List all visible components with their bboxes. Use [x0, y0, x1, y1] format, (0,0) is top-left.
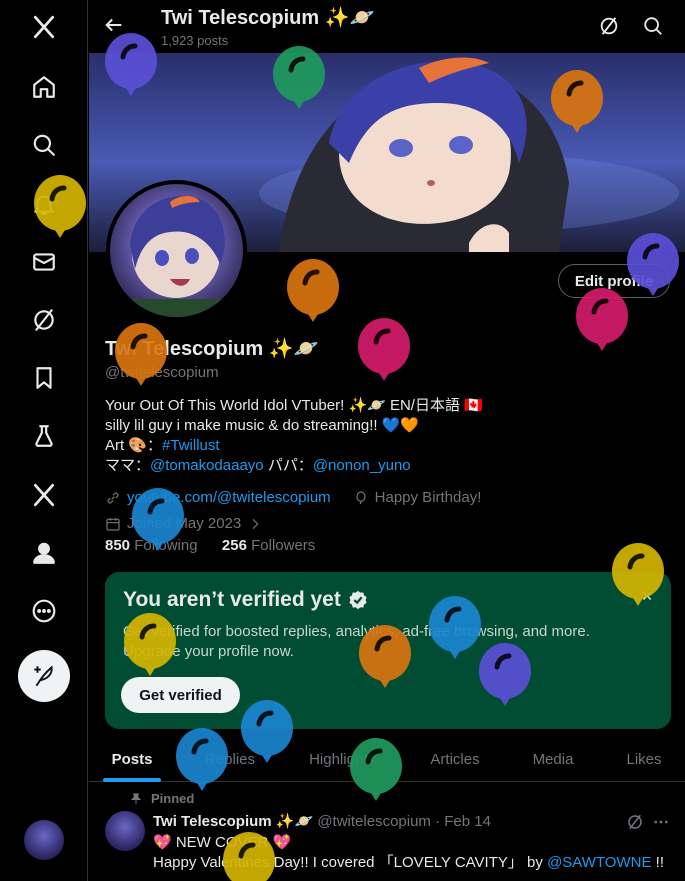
profile-header-bar: Twi Telescopium ✨🪐 1,923 posts	[89, 0, 685, 53]
bio-art-prefix: Art 🎨：	[105, 437, 163, 454]
profile-handle: @twitelescopium	[105, 364, 219, 381]
bio-line: silly lil guy i make music & do streamin…	[105, 417, 420, 434]
link-icon	[107, 492, 119, 504]
close-icon[interactable]: ✕	[641, 588, 653, 605]
tweet-handle-date: @twitelescopium · Feb 14	[317, 813, 491, 830]
profile-bio: Your Out Of This World Idol VTuber! ✨🪐 E…	[105, 396, 665, 476]
get-verified-button[interactable]: Get verified	[121, 677, 240, 713]
profile-display-name: Twi Telescopium ✨🪐	[105, 338, 319, 360]
search-icon[interactable]	[642, 15, 664, 37]
bio-line: ママ：@tomakodaaayo パパ：@nonon_yuno	[105, 456, 665, 476]
tweet-body: 💖 NEW COVER 💖 Happy Valentines Day!! I c…	[153, 833, 664, 873]
followers-link[interactable]: 256 Followers	[222, 537, 315, 554]
grok-icon[interactable]	[598, 15, 620, 37]
mention-link[interactable]: @SAWTOWNE	[547, 854, 651, 871]
edit-profile-button[interactable]: Edit profile	[558, 264, 670, 298]
profile-main-column: Twi Telescopium ✨🪐 1,923 posts Edit prof…	[89, 0, 685, 881]
calendar-icon	[106, 518, 120, 531]
tab-replies[interactable]: Replies	[197, 736, 263, 782]
balloon-birthday-icon	[356, 491, 366, 505]
back-arrow-icon[interactable]	[103, 14, 127, 38]
page-title: Twi Telescopium ✨🪐	[161, 7, 375, 29]
following-link[interactable]: 850 Following	[105, 537, 198, 554]
tweet-author-avatar[interactable]	[105, 811, 145, 851]
bio-line: Art 🎨：#Twillust	[105, 436, 665, 456]
birthday-text: Happy Birthday!	[374, 489, 482, 506]
pinned-indicator: Pinned	[129, 791, 194, 806]
profile-tabs: Posts Replies Highlights Articles Media …	[89, 736, 685, 782]
labs-flask-icon[interactable]	[22, 414, 66, 458]
tab-likes[interactable]: Likes	[619, 736, 669, 782]
home-icon[interactable]	[22, 65, 66, 109]
mention-link[interactable]: @tomakodaaayo	[150, 457, 264, 474]
tab-posts[interactable]: Posts	[103, 736, 161, 782]
bio-mama-prefix: ママ：	[105, 457, 151, 474]
notifications-bell-icon[interactable]	[22, 182, 66, 226]
bio-line: Your Out Of This World Idol VTuber! ✨🪐 E…	[105, 397, 483, 414]
pin-icon	[130, 792, 142, 804]
left-navigation	[0, 0, 88, 881]
bookmarks-icon[interactable]	[22, 356, 66, 400]
tweet-header: Twi Telescopium ✨🪐 @twitelescopium · Feb…	[153, 812, 491, 830]
profile-meta: youtube.com/@twitelescopium Happy Birthd…	[105, 488, 481, 534]
bio-papa-prefix: パパ：	[263, 457, 313, 474]
tab-highlights[interactable]: Highlights	[299, 736, 385, 782]
premium-x-icon[interactable]	[22, 473, 66, 517]
joined-date: Joined May 2023	[127, 515, 242, 532]
verification-promo-card: You aren’t verified yet Get verified for…	[105, 572, 671, 729]
feather-plus-icon	[34, 665, 53, 687]
account-avatar[interactable]	[24, 820, 64, 860]
tweet-line: Happy Valentines Day!! I covered 「LOVELY…	[153, 854, 664, 871]
grok-icon[interactable]	[22, 298, 66, 342]
more-circle-icon[interactable]	[22, 589, 66, 633]
chevron-right-icon[interactable]	[247, 516, 263, 532]
grok-icon[interactable]	[626, 813, 644, 831]
profile-person-icon[interactable]	[22, 531, 66, 575]
x-logo-icon[interactable]	[22, 5, 66, 49]
hashtag-link[interactable]: #Twillust	[162, 437, 220, 454]
verify-body: Get verified for boosted replies, analyt…	[123, 623, 590, 660]
verify-title-row: You aren’t verified yet	[123, 588, 653, 612]
verify-title: You aren’t verified yet	[123, 588, 341, 611]
post-count: 1,923 posts	[161, 33, 229, 48]
messages-mail-icon[interactable]	[22, 240, 66, 284]
website-link[interactable]: youtube.com/@twitelescopium	[127, 488, 331, 508]
verified-badge-icon	[349, 590, 367, 610]
tweet-author-name[interactable]: Twi Telescopium ✨🪐	[153, 813, 313, 830]
tab-articles[interactable]: Articles	[419, 736, 491, 782]
explore-search-icon[interactable]	[22, 123, 66, 167]
profile-avatar[interactable]	[106, 180, 247, 321]
avatar-artwork	[110, 196, 243, 317]
follow-stats: 850 Following 256 Followers	[105, 537, 315, 554]
tweet-line: 💖 NEW COVER 💖	[153, 834, 292, 851]
compose-post-button[interactable]	[18, 650, 70, 702]
mention-link[interactable]: @nonon_yuno	[313, 457, 411, 474]
tab-media[interactable]: Media	[525, 736, 581, 782]
more-dots-icon[interactable]	[652, 813, 670, 831]
